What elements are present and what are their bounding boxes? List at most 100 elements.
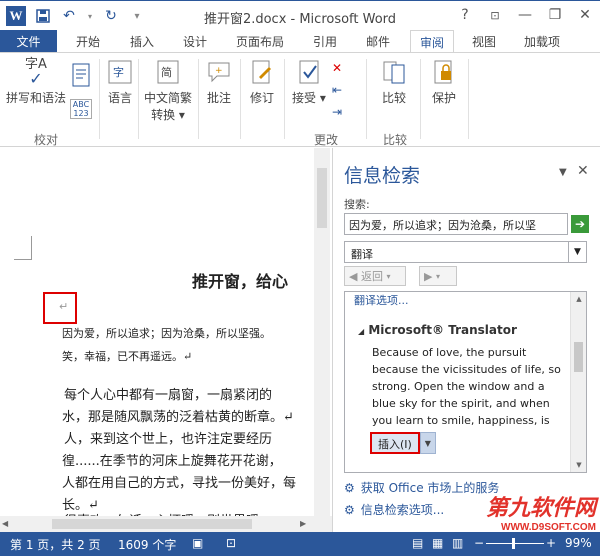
ribbon-separator xyxy=(198,59,199,139)
vertical-scroll-thumb[interactable] xyxy=(317,168,327,228)
ribbon-display-button[interactable]: ⊡ xyxy=(480,1,510,29)
svg-text:简: 简 xyxy=(161,65,172,79)
protect-button[interactable]: 保护 xyxy=(428,57,460,106)
tab-home[interactable]: 开始 xyxy=(76,30,100,52)
print-layout-icon[interactable]: ▦ xyxy=(432,536,443,550)
tab-review[interactable]: 审阅 xyxy=(410,30,455,53)
results-scroll-thumb[interactable] xyxy=(574,342,583,372)
pane-options-icon[interactable]: ▼ xyxy=(559,167,567,178)
scroll-right-icon[interactable]: ▶ xyxy=(300,519,306,528)
research-options-link[interactable]: ⚙ 信息检索选项... xyxy=(344,501,444,518)
accept-button[interactable]: 接受 ▾ xyxy=(292,57,326,106)
document-line: 笑，幸福，已不再遥远。↵ xyxy=(62,350,193,363)
watermark-brand: 第九软件网 xyxy=(485,496,596,521)
next-change-icon[interactable]: ⇥ xyxy=(332,105,342,119)
chevron-down-icon[interactable]: ▼ xyxy=(568,242,586,262)
accept-label: 接受 ▾ xyxy=(292,91,326,105)
language-button[interactable]: 字 语言 xyxy=(104,57,136,106)
translator-heading[interactable]: ◢ Microsoft® Translator xyxy=(358,323,517,337)
results-scrollbar[interactable]: ▲ ▼ xyxy=(570,292,586,472)
back-dropdown-icon: ▾ xyxy=(386,271,391,281)
zoom-slider-thumb[interactable] xyxy=(512,538,515,549)
ribbon-separator xyxy=(284,59,285,139)
document-title: 推开窗，给心 xyxy=(192,272,289,291)
insert-split-button[interactable]: 插入(I) ▼ xyxy=(370,432,436,454)
scroll-down-icon[interactable]: ▼ xyxy=(571,458,586,472)
window-controls: ? ⊡ — ❐ ✕ xyxy=(450,1,600,29)
ribbon-separator xyxy=(240,59,241,139)
compare-group-label: 比较 xyxy=(383,133,408,147)
zoom-in-icon[interactable]: + xyxy=(546,536,556,550)
tab-page-layout[interactable]: 页面布局 xyxy=(236,30,284,52)
changes-group-label: 更改 xyxy=(314,133,339,147)
document-vertical-scrollbar[interactable] xyxy=(314,148,330,518)
translation-options-link[interactable]: 翻译选项... xyxy=(354,292,409,308)
proofing-status-icon[interactable]: ▣ xyxy=(192,536,203,550)
results-panel: 翻译选项... ◢ Microsoft® Translator Because … xyxy=(344,291,587,473)
spelling-grammar-button[interactable]: 字A ✓ 拼写和语法 xyxy=(6,57,66,106)
chinese-conversion-button[interactable]: 简 中文简繁 转换 ▾ xyxy=(144,57,192,123)
pane-title: 信息检索 xyxy=(344,165,421,187)
tab-references[interactable]: 引用 xyxy=(313,30,337,52)
tab-addins[interactable]: 加载项 xyxy=(524,30,560,52)
zoom-slider[interactable] xyxy=(486,543,544,544)
forward-button[interactable]: ▶ ▾ xyxy=(419,266,457,286)
zoom-level[interactable]: 99% xyxy=(565,536,592,550)
comments-label: 批注 xyxy=(206,91,231,105)
word-count-icon[interactable]: ABC 123 xyxy=(70,99,92,119)
insert-button[interactable]: 插入(I) xyxy=(370,432,420,454)
tab-file[interactable]: 文件 xyxy=(0,30,57,52)
document-line: 因为爱，所以追求；因为沧桑，所以坚强。 xyxy=(62,327,271,340)
cursor-highlight-box: ↵ xyxy=(43,292,77,324)
research-options-icon: ⚙ xyxy=(344,502,355,517)
site-watermark: 第九软件网 WWW.D9SOFT.COM xyxy=(466,490,596,533)
language-label: 语言 xyxy=(107,91,132,105)
insert-dropdown-icon[interactable]: ▼ xyxy=(419,432,436,454)
search-go-icon[interactable]: ➔ xyxy=(571,215,589,233)
thesaurus-icon[interactable] xyxy=(70,61,92,91)
word-count[interactable]: 1609 个字 xyxy=(118,536,176,553)
horizontal-scroll-thumb[interactable] xyxy=(52,519,252,529)
margin-corner-mark xyxy=(14,236,32,260)
macro-record-icon[interactable]: ⊡ xyxy=(226,536,236,550)
service-select[interactable]: 翻译 ▼ xyxy=(344,241,587,263)
page-count[interactable]: 第 1 页，共 2 页 xyxy=(10,536,101,553)
accept-icon xyxy=(293,57,325,87)
read-mode-icon[interactable]: ▤ xyxy=(412,536,423,550)
previous-change-icon[interactable]: ⇤ xyxy=(332,83,342,97)
tab-mailings[interactable]: 邮件 xyxy=(366,30,390,52)
tab-design[interactable]: 设计 xyxy=(183,30,207,52)
ribbon: 字A ✓ 拼写和语法 ABC 123 校对 字 语言 简 中文简繁 转换 ▾ +… xyxy=(0,52,600,147)
scroll-left-icon[interactable]: ◀ xyxy=(2,519,8,528)
tab-view[interactable]: 视图 xyxy=(472,30,496,52)
document-line: 徨......在季节的河床上旋舞花开花谢， xyxy=(62,454,282,469)
web-layout-icon[interactable]: ▥ xyxy=(452,536,463,550)
compare-button[interactable]: 比较 xyxy=(378,57,410,106)
ribbon-separator xyxy=(468,59,469,139)
back-button[interactable]: ◀ 返回 ▾ xyxy=(344,266,406,286)
tab-insert[interactable]: 插入 xyxy=(130,30,154,52)
comments-button[interactable]: + 批注 xyxy=(203,57,235,106)
track-changes-button[interactable]: 修订 xyxy=(246,57,278,106)
service-select-value: 翻译 xyxy=(351,248,373,261)
help-button[interactable]: ? xyxy=(450,1,480,29)
svg-text:+: + xyxy=(215,66,223,76)
scroll-up-icon[interactable]: ▲ xyxy=(571,292,586,306)
track-changes-icon xyxy=(246,57,278,87)
close-button[interactable]: ✕ xyxy=(570,1,600,29)
translation-text: Because of love, the pursuit because the… xyxy=(372,346,561,444)
lock-icon xyxy=(428,57,460,87)
paragraph-mark: ↵ xyxy=(59,300,69,313)
svg-text:字: 字 xyxy=(113,65,124,79)
document-horizontal-scrollbar[interactable]: ◀ ▶ xyxy=(0,516,332,532)
chinese-conversion-icon: 简 xyxy=(152,57,184,87)
search-input[interactable]: 因为爱，所以追求；因为沧桑，所以坚 xyxy=(344,213,568,235)
reject-icon[interactable]: ✕ xyxy=(332,61,342,75)
pane-close-icon[interactable]: ✕ xyxy=(577,163,589,179)
zoom-out-icon[interactable]: − xyxy=(474,536,484,550)
spelling-icon: 字A ✓ xyxy=(25,57,47,88)
chinese-conversion-label-1: 中文简繁 xyxy=(144,91,193,105)
collapse-icon: ◢ xyxy=(358,327,365,336)
minimize-button[interactable]: — xyxy=(510,1,540,29)
restore-button[interactable]: ❐ xyxy=(540,1,570,29)
